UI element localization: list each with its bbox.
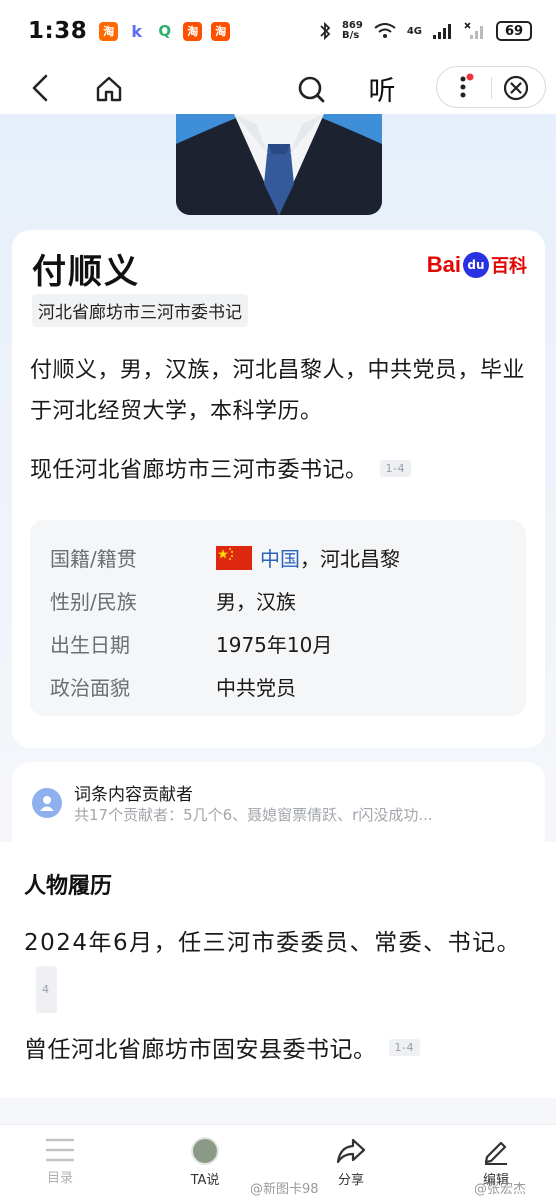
title-tag[interactable]: 河北省廊坊市三河市委书记 xyxy=(32,294,248,327)
baidu-baike-logo: Bai du 百科 xyxy=(426,252,527,278)
more-dots-icon xyxy=(460,73,474,98)
net-speed: 869 B/s xyxy=(341,20,363,41)
taobao-notification-icon: 淘 xyxy=(211,21,231,41)
listen-button[interactable]: 听 xyxy=(362,70,402,107)
tab-ta-says[interactable]: TA说 xyxy=(165,1137,245,1188)
back-arrow-icon xyxy=(32,74,48,102)
status-bar: 1:38 淘 k Q 淘 淘 869 B/s 4G 69 xyxy=(0,0,556,62)
taobao-notification-icon: 淘 xyxy=(99,21,119,41)
info-value: 中共党员 xyxy=(216,676,296,700)
contributors-title: 词条内容贡献者 xyxy=(74,785,193,805)
status-time: 1:38 xyxy=(28,18,88,44)
wifi-icon xyxy=(374,23,396,38)
taobao-notification-icon: 淘 xyxy=(183,21,203,41)
home-button[interactable] xyxy=(92,72,126,106)
reference-badge[interactable]: 1-4 xyxy=(379,459,411,477)
mini-app-capsule xyxy=(436,66,546,108)
tab-catalog[interactable]: 目录 xyxy=(20,1137,100,1186)
capsule-divider xyxy=(491,77,492,99)
profile-card: 付顺义 Bai du 百科 河北省廊坊市三河市委书记 付顺义，男，汉族，河北昌黎… xyxy=(12,230,545,748)
nav-bar: 听 xyxy=(0,62,556,114)
contributors-list: 共17个贡献者：5几个6、聂媳窗票倩跃、r闪没成功... xyxy=(74,806,433,824)
current-position: 现任河北省廊坊市三河市委书记。 1-4 xyxy=(30,452,411,484)
search-icon xyxy=(298,76,325,103)
career-section: 人物履历 2024年6月，任三河市委委员、常委、书记。 4 曾任河北省廊坊市固安… xyxy=(0,842,556,1098)
info-value: 中国 ，河北昌黎 xyxy=(216,543,400,572)
back-button[interactable] xyxy=(24,72,56,104)
reference-badge[interactable]: 1-4 xyxy=(388,1038,420,1056)
user-icon xyxy=(40,796,54,811)
info-row-gender: 性别/民族 男，汉族 xyxy=(50,579,526,622)
watermark-left: @新图卡98 xyxy=(250,1182,319,1197)
status-right: 869 B/s 4G 69 xyxy=(318,21,532,41)
career-entry: 曾任河北省廊坊市固安县委书记。 1-4 xyxy=(24,1030,420,1064)
bluetooth-icon xyxy=(320,21,331,41)
app-notification-icon: k xyxy=(131,21,143,41)
catalog-icon xyxy=(45,1138,75,1162)
info-row-political: 政治面貌 中共党员 xyxy=(50,665,526,708)
contributor-avatar xyxy=(32,788,62,818)
country-link[interactable]: 中国 xyxy=(260,543,300,572)
info-row-nationality: 国籍/籍贯 中国 ，河北昌黎 xyxy=(50,536,526,579)
close-icon xyxy=(503,75,529,101)
info-key: 政治面貌 xyxy=(50,676,130,700)
person-name: 付顺义 xyxy=(32,252,140,292)
reference-badge[interactable]: 4 xyxy=(36,966,57,1013)
home-icon xyxy=(96,76,122,102)
info-box: 国籍/籍贯 中国 ，河北昌黎 性别/民族 男，汉族 出生日期 1975年10月 … xyxy=(30,520,526,716)
search-button[interactable] xyxy=(294,72,328,106)
info-value: 男，汉族 xyxy=(216,590,296,614)
network-type: 4G xyxy=(406,25,422,37)
watermark-right: @张宏杰 xyxy=(474,1182,527,1197)
summary-text: 付顺义，男，汉族，河北昌黎人，中共党员，毕业于河北经贸大学，本科学历。 xyxy=(30,358,526,424)
portrait-image xyxy=(176,114,382,215)
ta-avatar-icon xyxy=(191,1137,219,1165)
chat-notification-icon: Q xyxy=(158,22,172,40)
portrait-photo[interactable] xyxy=(176,114,382,215)
battery-indicator: 69 xyxy=(496,21,532,41)
share-icon xyxy=(336,1138,366,1164)
notification-icons: 淘 k Q 淘 淘 xyxy=(99,21,231,41)
edit-pencil-icon xyxy=(484,1141,507,1165)
signal-off-icon xyxy=(464,22,483,39)
info-row-birth: 出生日期 1975年10月 xyxy=(50,622,526,665)
info-value: 1975年10月 xyxy=(216,633,333,657)
info-key: 出生日期 xyxy=(50,633,130,657)
china-flag-icon xyxy=(216,545,252,570)
info-key: 国籍/籍贯 xyxy=(50,547,137,571)
section-title: 人物履历 xyxy=(24,874,113,899)
tab-share[interactable]: 分享 xyxy=(311,1137,391,1188)
baidu-paw-icon: du xyxy=(463,252,489,278)
signal-icon xyxy=(433,24,451,39)
info-key: 性别/民族 xyxy=(50,590,137,614)
close-button[interactable] xyxy=(501,73,531,103)
career-entry: 2024年6月，任三河市委委员、常委、书记。 4 xyxy=(24,922,540,1013)
contributors-panel[interactable]: 词条内容贡献者 共17个贡献者：5几个6、聂媳窗票倩跃、r闪没成功... xyxy=(12,762,545,842)
more-button[interactable] xyxy=(451,73,479,101)
